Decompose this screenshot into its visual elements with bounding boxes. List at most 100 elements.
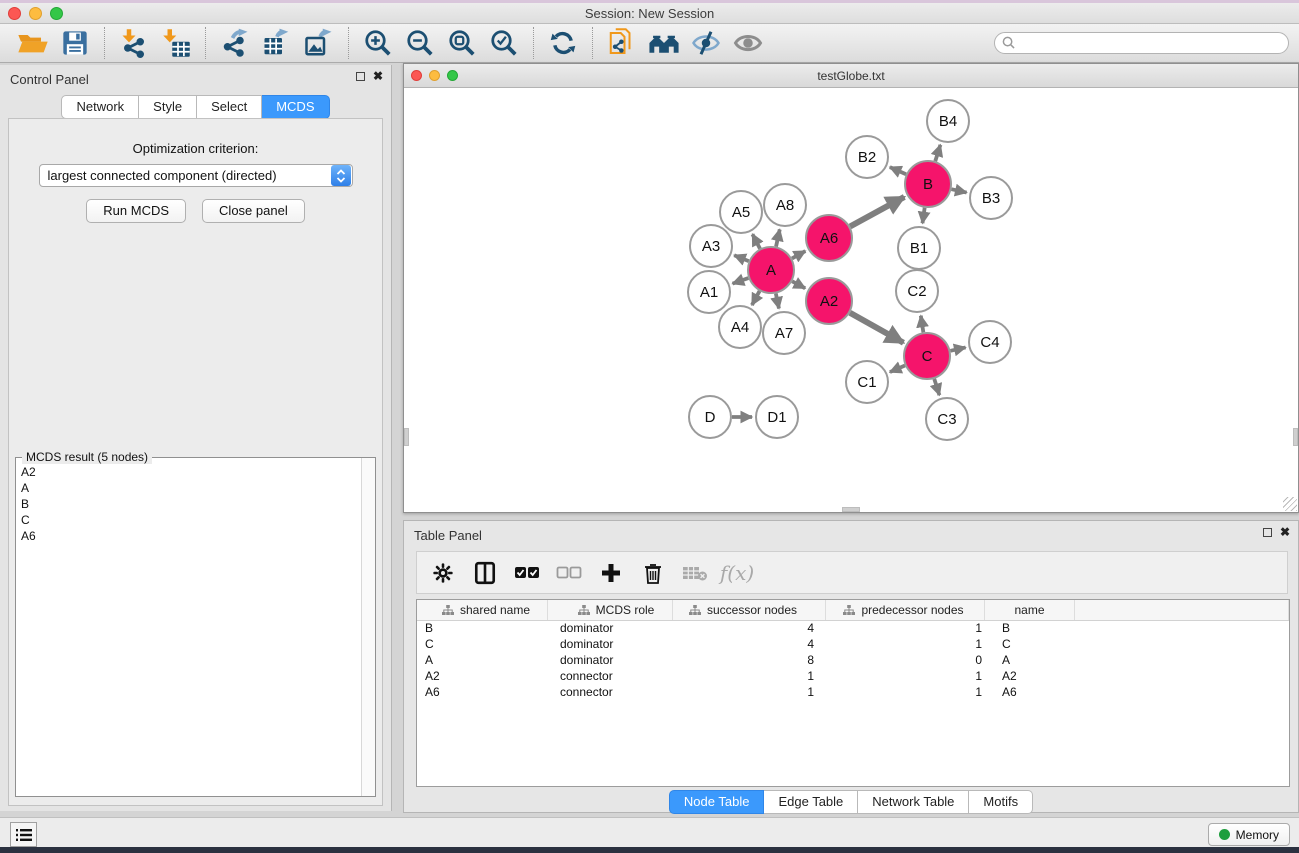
- tab-style[interactable]: Style: [139, 95, 197, 119]
- export-image-icon[interactable]: [298, 25, 340, 61]
- graph-node-A4[interactable]: A4: [719, 306, 761, 348]
- network-canvas[interactable]: B4 B2 B B3 A8A5 A6 A3 B1 A C2 A1 A2 A4A7 C4 C C1 D D1 C3: [404, 88, 1298, 512]
- table-row[interactable]: C dominator 4 1 C: [417, 637, 1289, 653]
- column-visibility-icon[interactable]: [471, 558, 499, 588]
- list-item[interactable]: A: [17, 480, 361, 496]
- graph-edge-A-A4[interactable]: [752, 291, 760, 305]
- graph-edge-C-C3[interactable]: [934, 379, 939, 395]
- graph-node-B3[interactable]: B3: [970, 177, 1012, 219]
- column-header-mcds-role[interactable]: MCDS role: [548, 600, 673, 620]
- graph-edge-B-B1[interactable]: [922, 208, 924, 223]
- float-panel-icon[interactable]: [356, 72, 365, 81]
- graph-node-A[interactable]: A: [748, 247, 794, 293]
- search-input[interactable]: [994, 32, 1289, 54]
- settings-gear-icon[interactable]: [429, 558, 457, 588]
- export-network-icon[interactable]: [214, 25, 256, 61]
- refresh-layout-icon[interactable]: [542, 25, 584, 61]
- add-column-icon[interactable]: [597, 558, 625, 588]
- new-network-from-selection-icon[interactable]: [601, 25, 643, 61]
- graph-edge-B-B4[interactable]: [935, 145, 940, 161]
- close-table-panel-icon[interactable]: ✖: [1280, 527, 1290, 537]
- graph-edge-A-A7[interactable]: [776, 294, 779, 309]
- mcds-result-list[interactable]: A2 A B C A6: [17, 464, 361, 795]
- tab-motifs[interactable]: Motifs: [969, 790, 1033, 814]
- graph-node-C2[interactable]: C2: [896, 270, 938, 312]
- graph-edge-A-A3[interactable]: [734, 255, 749, 261]
- table-row[interactable]: A6 connector 1 1 A6: [417, 685, 1289, 701]
- delete-column-icon[interactable]: [639, 558, 667, 588]
- show-details-icon[interactable]: [727, 25, 769, 61]
- column-header-predecessor-nodes[interactable]: predecessor nodes: [826, 600, 985, 620]
- graph-edge-A-A8[interactable]: [776, 229, 780, 246]
- graph-edge-A2-C[interactable]: [850, 313, 904, 343]
- table-row[interactable]: A2 connector 1 1 A2: [417, 669, 1289, 685]
- canvas-scroll-thumb-left[interactable]: [404, 428, 409, 446]
- result-list-scrollbar[interactable]: [361, 458, 375, 796]
- export-table-icon[interactable]: [256, 25, 298, 61]
- run-mcds-button[interactable]: Run MCDS: [86, 199, 186, 223]
- task-history-button[interactable]: [10, 822, 37, 847]
- graph-edge-A-A2[interactable]: [792, 281, 805, 288]
- deselect-all-checkboxes-icon[interactable]: [555, 558, 583, 588]
- first-neighbors-icon[interactable]: [643, 25, 685, 61]
- list-item[interactable]: B: [17, 496, 361, 512]
- graph-node-A3[interactable]: A3: [690, 225, 732, 267]
- graph-edge-B-B3[interactable]: [951, 189, 966, 192]
- tab-edge-table[interactable]: Edge Table: [764, 790, 858, 814]
- graph-node-A7[interactable]: A7: [763, 312, 805, 354]
- graph-node-C[interactable]: C: [904, 333, 950, 379]
- graph-node-A6[interactable]: A6: [806, 215, 852, 261]
- graph-edge-A-A6[interactable]: [792, 251, 805, 258]
- graph-edge-B-B2[interactable]: [890, 167, 906, 174]
- tab-network-table[interactable]: Network Table: [858, 790, 969, 814]
- graph-node-D[interactable]: D: [689, 396, 731, 438]
- open-session-icon[interactable]: [12, 25, 54, 61]
- zoom-in-icon[interactable]: [357, 25, 399, 61]
- graph-node-D1[interactable]: D1: [756, 396, 798, 438]
- select-all-checkboxes-icon[interactable]: [513, 558, 541, 588]
- graph-node-C3[interactable]: C3: [926, 398, 968, 440]
- graph-node-B4[interactable]: B4: [927, 100, 969, 142]
- save-session-icon[interactable]: [54, 25, 96, 61]
- canvas-scroll-thumb-right[interactable]: [1293, 428, 1298, 446]
- zoom-fit-icon[interactable]: [441, 25, 483, 61]
- column-header-successor-nodes[interactable]: successor nodes: [673, 600, 826, 620]
- graph-edge-A6-B[interactable]: [850, 197, 904, 227]
- graph-edge-A-A1[interactable]: [733, 278, 749, 284]
- hide-details-icon[interactable]: [685, 25, 727, 61]
- table-row[interactable]: A dominator 8 0 A: [417, 653, 1289, 669]
- graph-node-C4[interactable]: C4: [969, 321, 1011, 363]
- float-table-panel-icon[interactable]: [1263, 528, 1272, 537]
- graph-node-A8[interactable]: A8: [764, 184, 806, 226]
- tab-mcds[interactable]: MCDS: [262, 95, 329, 119]
- graph-node-A5[interactable]: A5: [720, 191, 762, 233]
- tab-select[interactable]: Select: [197, 95, 262, 119]
- import-table-icon[interactable]: [155, 25, 197, 61]
- list-item[interactable]: C: [17, 512, 361, 528]
- graph-edge-C-C2[interactable]: [921, 316, 924, 333]
- canvas-scroll-thumb-bottom[interactable]: [842, 507, 860, 512]
- list-item[interactable]: A2: [17, 464, 361, 480]
- graph-node-B1[interactable]: B1: [898, 227, 940, 269]
- graph-node-A1[interactable]: A1: [688, 271, 730, 313]
- close-panel-button[interactable]: Close panel: [202, 199, 305, 223]
- table-row[interactable]: B dominator 4 1 B: [417, 621, 1289, 637]
- memory-button[interactable]: Memory: [1208, 823, 1290, 846]
- graph-node-A2[interactable]: A2: [806, 278, 852, 324]
- import-network-icon[interactable]: [113, 25, 155, 61]
- zoom-selected-icon[interactable]: [483, 25, 525, 61]
- graph-edge-C-C4[interactable]: [950, 347, 965, 350]
- graph-edge-A-A5[interactable]: [752, 234, 759, 248]
- close-panel-icon[interactable]: ✖: [373, 71, 383, 81]
- zoom-out-icon[interactable]: [399, 25, 441, 61]
- list-item[interactable]: A6: [17, 528, 361, 544]
- graph-node-C1[interactable]: C1: [846, 361, 888, 403]
- graph-node-B2[interactable]: B2: [846, 136, 888, 178]
- graph-node-B[interactable]: B: [905, 161, 951, 207]
- resize-grip-icon[interactable]: [1283, 497, 1297, 511]
- network-window-titlebar[interactable]: testGlobe.txt: [404, 64, 1298, 88]
- graph-edge-C-C1[interactable]: [890, 366, 905, 373]
- tab-network[interactable]: Network: [61, 95, 139, 119]
- column-header-name[interactable]: name: [985, 600, 1075, 620]
- column-header-shared-name[interactable]: shared name: [417, 600, 548, 620]
